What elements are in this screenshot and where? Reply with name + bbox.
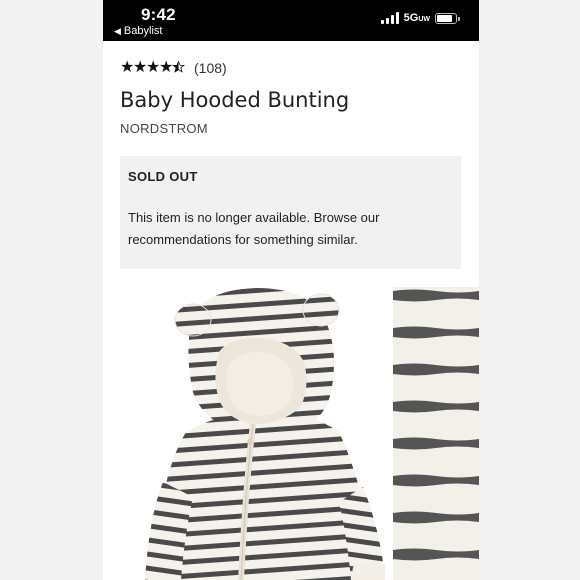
star-icon: ★: [120, 59, 134, 76]
product-brand[interactable]: NORDSTROM: [120, 121, 208, 136]
status-time: 9:42: [141, 5, 176, 24]
sold-out-heading: SOLD OUT: [128, 169, 198, 184]
battery-icon: [435, 12, 460, 24]
phone-screen: 9:42 ◀ Babylist 5GUW ★ ★ ★ ★ (108) Baby …: [103, 0, 479, 580]
sold-out-notice: SOLD OUT This item is no longer availabl…: [120, 156, 461, 269]
back-arrow-icon: ◀: [114, 25, 121, 36]
star-icon: ★: [133, 59, 147, 76]
review-count[interactable]: (108): [194, 60, 227, 76]
product-image-detail[interactable]: [393, 287, 479, 580]
back-to-app-link[interactable]: ◀ Babylist: [114, 25, 162, 37]
status-indicators: 5GUW: [380, 12, 460, 24]
product-rating[interactable]: ★ ★ ★ ★ (108): [120, 59, 227, 77]
rating-stars: ★ ★ ★ ★: [120, 59, 186, 76]
half-star-icon: [171, 60, 186, 76]
signal-strength-icon: [380, 12, 399, 24]
star-icon: ★: [159, 59, 173, 76]
right-margin: [479, 0, 580, 580]
star-icon: ★: [146, 59, 160, 76]
back-app-label: Babylist: [123, 25, 163, 37]
sold-out-message: This item is no longer available. Browse…: [128, 210, 380, 247]
network-label: 5GUW: [403, 12, 430, 24]
product-title: Baby Hooded Bunting: [120, 88, 350, 112]
left-margin: [0, 0, 103, 580]
status-bar: 9:42 ◀ Babylist 5GUW: [103, 0, 479, 41]
product-image-main[interactable]: [141, 282, 391, 580]
